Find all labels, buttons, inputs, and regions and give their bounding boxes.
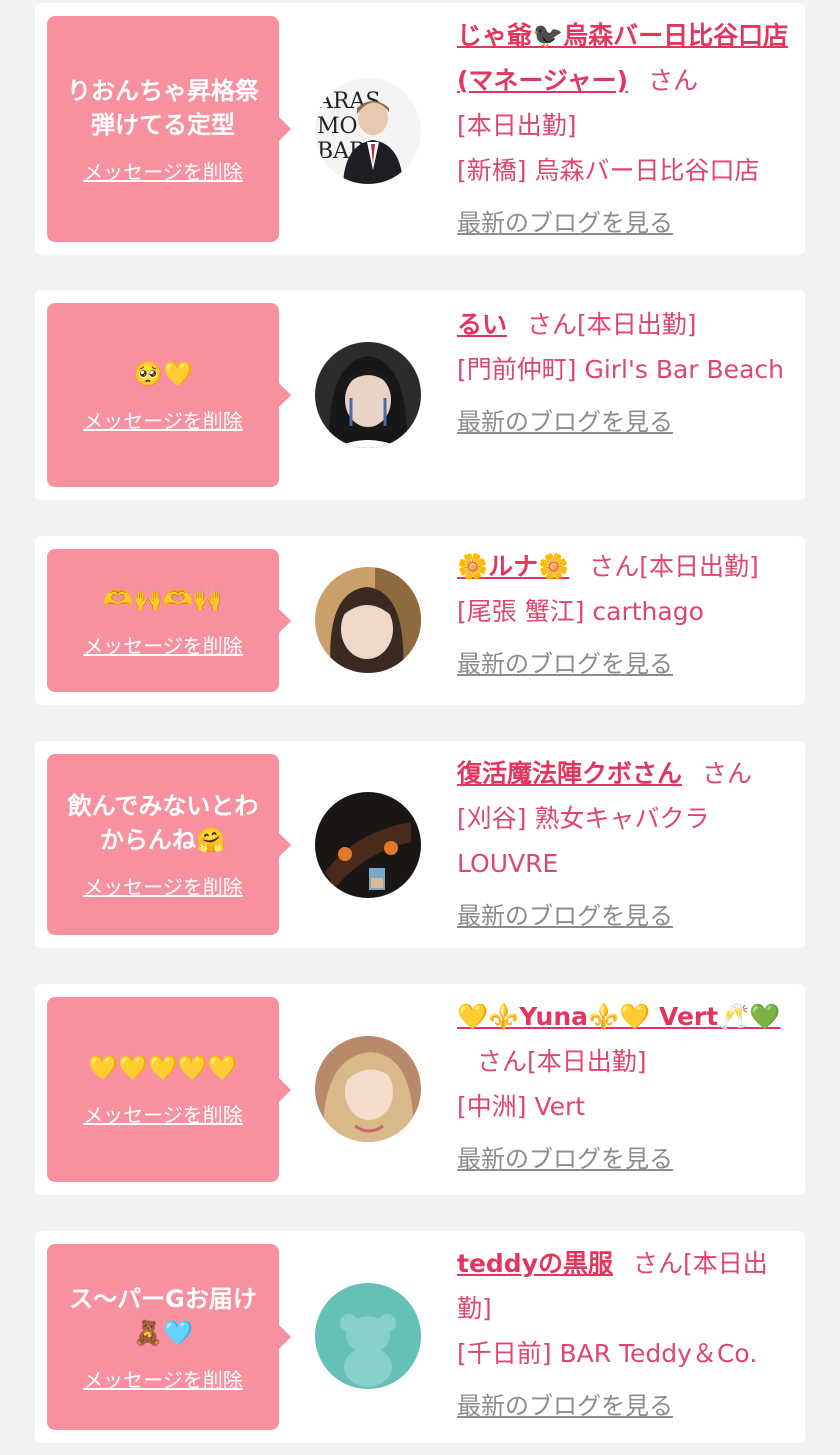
message-bubble: ス〜パーGお届け 🧸🩵 メッセージを削除	[47, 1244, 291, 1430]
honorific: さん	[477, 1047, 528, 1076]
delete-message-button[interactable]: メッセージを削除	[83, 156, 243, 185]
honorific: さん	[527, 310, 578, 339]
user-name-link[interactable]: じゃ爺🐦‍⬛烏森バー日比谷口店(マネージャー)	[457, 21, 788, 95]
user-info: じゃ爺🐦‍⬛烏森バー日比谷口店(マネージャー) さん [本日出勤] [新橋] 烏森…	[457, 13, 792, 246]
latest-blog-link[interactable]: 最新のブログを見る	[457, 642, 673, 687]
svg-text:MO: MO	[317, 114, 358, 139]
user-info: teddyの黒服 さん[本日出勤] [千日前] BAR Teddy＆Co. 最新の…	[457, 1241, 792, 1429]
message-text: ス〜パーGお届け 🧸🩵	[69, 1284, 257, 1347]
avatar[interactable]	[315, 1283, 421, 1389]
list-item: ス〜パーGお届け 🧸🩵 メッセージを削除 teddyの黒服 さん[本日出勤] [千…	[35, 1231, 805, 1443]
user-name-link[interactable]: 🌼ルナ🌼	[457, 552, 569, 581]
shop-text: [新橋] 烏森バー日比谷口店	[457, 156, 760, 185]
user-info: 🌼ルナ🌼 さん[本日出勤] [尾張 蟹江] carthago 最新のブログを見る	[457, 544, 792, 687]
latest-blog-link[interactable]: 最新のブログを見る	[457, 1137, 673, 1182]
user-name-link[interactable]: るい	[457, 310, 507, 339]
message-bubble: 🥺💛 メッセージを削除	[47, 303, 291, 487]
delete-message-button[interactable]: メッセージを削除	[83, 405, 243, 434]
user-name-link[interactable]: teddyの黒服	[457, 1249, 613, 1278]
delete-message-button[interactable]: メッセージを削除	[83, 630, 243, 659]
avatar[interactable]	[315, 792, 421, 898]
list-item: りおんちゃ昇格祭 弾けてる定型 メッセージを削除 ARAS MO BAR じゃ爺…	[35, 3, 805, 255]
message-bubble: 飲んでみないとわ からんね🤗 メッセージを削除	[47, 754, 291, 935]
message-text: 💛💛💛💛💛	[88, 1054, 238, 1082]
user-name-link[interactable]: 💛⚜️Yuna⚜️💛 Vert🥂💚	[457, 1002, 780, 1031]
honorific: さん	[648, 66, 699, 95]
shop-text: [尾張 蟹江] carthago	[457, 597, 704, 626]
list-item: 飲んでみないとわ からんね🤗 メッセージを削除 復活魔法陣クボさん さん [刈谷]…	[35, 741, 805, 948]
user-info: 💛⚜️Yuna⚜️💛 Vert🥂💚 さん[本日出勤] [中洲] Vert 最新のブ…	[457, 994, 792, 1182]
message-text: りおんちゃ昇格祭 弾けてる定型	[67, 76, 259, 139]
message-bubble: 🫶🙌🫶🙌 メッセージを削除	[47, 549, 291, 692]
status-text: [本日出勤]	[639, 552, 759, 581]
honorific: さん	[702, 759, 753, 788]
delete-message-button[interactable]: メッセージを削除	[83, 1099, 243, 1128]
shop-text: [中洲] Vert	[457, 1092, 586, 1121]
status-text: [本日出勤]	[577, 310, 697, 339]
list-item: 🥺💛 メッセージを削除 るい さん[本日出勤] [門前仲町] Girl's Bar…	[35, 290, 805, 500]
message-bubble: 💛💛💛💛💛 メッセージを削除	[47, 997, 291, 1182]
status-text: [本日出勤]	[457, 111, 577, 140]
avatar[interactable]	[315, 342, 421, 448]
user-name-link[interactable]: 復活魔法陣クボさん	[457, 759, 682, 788]
avatar[interactable]	[315, 1036, 421, 1142]
latest-blog-link[interactable]: 最新のブログを見る	[457, 1384, 673, 1429]
message-text: 🥺💛	[133, 359, 193, 388]
latest-blog-link[interactable]: 最新のブログを見る	[457, 400, 673, 445]
delete-message-button[interactable]: メッセージを削除	[83, 871, 243, 900]
avatar[interactable]: ARAS MO BAR	[315, 78, 421, 184]
message-bubble: りおんちゃ昇格祭 弾けてる定型 メッセージを削除	[47, 16, 291, 242]
message-list: りおんちゃ昇格祭 弾けてる定型 メッセージを削除 ARAS MO BAR じゃ爺…	[0, 0, 840, 1455]
delete-message-button[interactable]: メッセージを削除	[83, 1364, 243, 1393]
user-info: るい さん[本日出勤] [門前仲町] Girl's Bar Beach 最新のブロ…	[457, 302, 792, 445]
list-item: 💛💛💛💛💛 メッセージを削除 💛⚜️Yuna⚜️💛 Vert🥂💚 さん[本日出勤]…	[35, 984, 805, 1195]
latest-blog-link[interactable]: 最新のブログを見る	[457, 201, 673, 246]
shop-text: [刈谷] 熟女キャバクラ LOUVRE	[457, 804, 710, 878]
shop-text: [門前仲町] Girl's Bar Beach	[457, 355, 784, 384]
user-info: 復活魔法陣クボさん さん [刈谷] 熟女キャバクラ LOUVRE 最新のブログを見…	[457, 751, 792, 939]
status-text: [本日出勤]	[527, 1047, 647, 1076]
honorific: さん	[589, 552, 640, 581]
message-text: 飲んでみないとわ からんね🤗	[67, 792, 259, 854]
avatar[interactable]	[315, 567, 421, 673]
shop-text: [千日前] BAR Teddy＆Co.	[457, 1339, 758, 1368]
honorific: さん	[633, 1249, 684, 1278]
message-text: 🫶🙌🫶🙌	[103, 585, 223, 613]
list-item: 🫶🙌🫶🙌 メッセージを削除 🌼ルナ🌼 さん[本日出勤] [尾張 蟹江] carth…	[35, 536, 805, 705]
latest-blog-link[interactable]: 最新のブログを見る	[457, 894, 673, 939]
